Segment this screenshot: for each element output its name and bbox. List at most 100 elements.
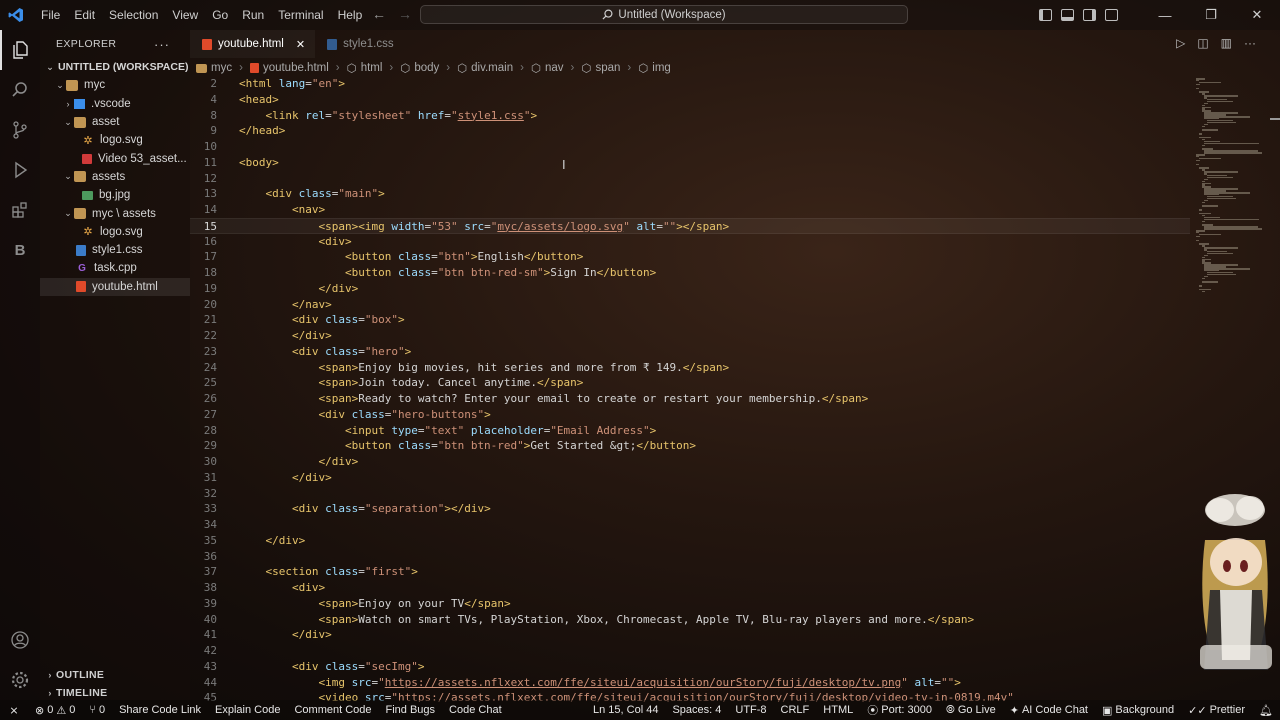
outline-section[interactable]: › OUTLINE [40,666,104,684]
tree-folder-myc-assets[interactable]: ⌄ myc \ assets [40,204,190,222]
indentation[interactable]: Spaces: 4 [665,704,728,716]
tree-file-video[interactable]: Video 53_asset... [40,149,190,167]
cursor-position[interactable]: Ln 15, Col 44 [586,704,665,716]
back-arrow-icon[interactable]: ← [372,6,386,22]
tree-folder-asset[interactable]: ⌄ asset [40,113,190,131]
breadcrumb-item[interactable]: myc [196,62,232,74]
close-tab-icon[interactable]: ✕ [296,38,305,51]
minimap[interactable] [1192,76,1268,296]
code-line[interactable]: 12 [190,171,1190,187]
menu-go[interactable]: Go [205,0,235,30]
code-line[interactable]: 26 <span>Ready to watch? Enter your emai… [190,391,1190,407]
forward-arrow-icon[interactable]: → [398,6,412,22]
tree-file-logo-svg-2[interactable]: ✲ logo.svg [40,223,190,241]
extensions-icon[interactable] [0,190,40,230]
code-line[interactable]: 14 <nav> [190,202,1190,218]
code-line[interactable]: 34 [190,517,1190,533]
toggle-primary-sidebar-icon[interactable] [1039,9,1052,21]
code-line[interactable]: 28 <input type="text" placeholder="Email… [190,423,1190,439]
tree-file-youtube-html[interactable]: youtube.html [40,277,190,296]
code-line[interactable]: 27 <div class="hero-buttons"> [190,407,1190,423]
code-line[interactable]: 42 [190,643,1190,659]
toggle-secondary-sidebar-icon[interactable] [1083,9,1096,21]
code-line[interactable]: 30 </div> [190,454,1190,470]
code-line[interactable]: 8 <link rel="stylesheet" href="style1.cs… [190,108,1190,124]
ports-indicator[interactable]: ⑂ 0 [82,704,112,716]
run-debug-icon[interactable] [0,150,40,190]
code-line[interactable]: 38 <div> [190,580,1190,596]
notifications-bell[interactable]: 🔔︎ [1252,704,1280,717]
end-of-line[interactable]: CRLF [774,704,817,716]
explorer-icon[interactable] [0,30,40,70]
tree-folder-myc[interactable]: ⌄ myc [40,76,190,94]
background-button[interactable]: ▣ Background [1095,704,1181,717]
tab-youtube-html[interactable]: youtube.html ✕ [190,30,316,58]
code-line[interactable]: 41 </div> [190,627,1190,643]
menu-file[interactable]: File [34,0,67,30]
live-server-port[interactable]: ⦿ Port: 3000 [860,702,939,718]
find-bugs-button[interactable]: Find Bugs [379,704,443,716]
code-line[interactable]: 39 <span>Enjoy on your TV</span> [190,596,1190,612]
code-line[interactable]: 36 [190,549,1190,565]
search-sidebar-icon[interactable] [0,70,40,110]
code-line[interactable]: 17 <button class="btn">English</button> [190,249,1190,265]
code-line[interactable]: 32 [190,486,1190,502]
language-mode[interactable]: HTML [816,704,860,716]
encoding[interactable]: UTF-8 [728,704,773,716]
breadcrumb-item[interactable]: ⬡ body [400,61,439,75]
code-line[interactable]: 19 </div> [190,281,1190,297]
breadcrumb-item[interactable]: youtube.html [249,62,329,74]
menu-view[interactable]: View [165,0,205,30]
code-line[interactable]: 23 <div class="hero"> [190,344,1190,360]
code-line[interactable]: 37 <section class="first"> [190,564,1190,580]
scrollbar[interactable] [1270,118,1280,120]
problems-indicator[interactable]: ⊗ 0 ⚠ 0 [28,704,82,717]
breadcrumb-item[interactable]: ⬡ html [347,61,383,75]
open-preview-icon[interactable]: ◫ [1197,36,1208,50]
code-line[interactable]: 18 <button class="btn btn-red-sm">Sign I… [190,265,1190,281]
code-chat-button[interactable]: Code Chat [442,704,509,716]
breadcrumb-item[interactable]: ⬡ span [581,61,620,75]
tree-file-logo-svg[interactable]: ✲ logo.svg [40,131,190,149]
code-line[interactable]: 40 <span>Watch on smart TVs, PlayStation… [190,612,1190,628]
breadcrumb-item[interactable]: ⬡ img [638,61,671,75]
code-line[interactable]: 31 </div> [190,470,1190,486]
workspace-header[interactable]: ⌄ UNTITLED (WORKSPACE) [40,58,190,76]
menu-terminal[interactable]: Terminal [271,0,330,30]
code-line[interactable]: 16 <div> [190,234,1190,250]
breadcrumb-item[interactable]: ⬡ nav [531,61,564,75]
code-line[interactable]: 9 </head> [190,123,1190,139]
tree-file-style1-css[interactable]: style1.css [40,241,190,259]
code-line[interactable]: 2 <html lang="en"> [190,76,1190,92]
code-line[interactable]: 11 <body> [190,155,1190,171]
menu-run[interactable]: Run [235,0,271,30]
code-line[interactable]: 22 </div> [190,328,1190,344]
code-line[interactable]: 21 <div class="box"> [190,312,1190,328]
account-icon[interactable] [0,620,40,660]
toggle-panel-icon[interactable] [1061,9,1074,21]
code-line[interactable]: 43 <div class="secImg"> [190,659,1190,675]
prettier-button[interactable]: ✓✓ Prettier [1181,704,1252,717]
tree-file-bg-jpg[interactable]: bg.jpg [40,186,190,204]
more-actions-icon[interactable]: ··· [1244,36,1256,50]
menu-edit[interactable]: Edit [67,0,102,30]
maximize-button[interactable]: ❐ [1188,0,1234,30]
code-line[interactable]: 20 </nav> [190,297,1190,313]
code-line[interactable]: 15 <span><img width="53" src="myc/assets… [190,217,1190,234]
source-control-icon[interactable] [0,110,40,150]
tree-folder-vscode[interactable]: › .vscode [40,95,190,113]
ai-code-chat-button[interactable]: ✦ AI Code Chat [1003,704,1095,717]
code-line[interactable]: 35 </div> [190,533,1190,549]
code-line[interactable]: 44 <img src="https://assets.nflxext.com/… [190,675,1190,691]
menu-selection[interactable]: Selection [102,0,165,30]
close-window-button[interactable]: ✕ [1234,0,1280,30]
code-line[interactable]: 29 <button class="btn btn-red">Get Start… [190,438,1190,454]
tree-file-task-cpp[interactable]: G task.cpp [40,259,190,277]
code-line[interactable]: 4 <head> [190,92,1190,108]
settings-gear-icon[interactable] [0,660,40,700]
minimize-button[interactable]: — [1142,0,1188,30]
code-line[interactable]: 10 [190,139,1190,155]
explain-code-button[interactable]: Explain Code [208,704,287,716]
remote-indicator[interactable]: ⨯ [0,704,28,717]
go-live-button[interactable]: ⦾ Go Live [939,704,1003,717]
